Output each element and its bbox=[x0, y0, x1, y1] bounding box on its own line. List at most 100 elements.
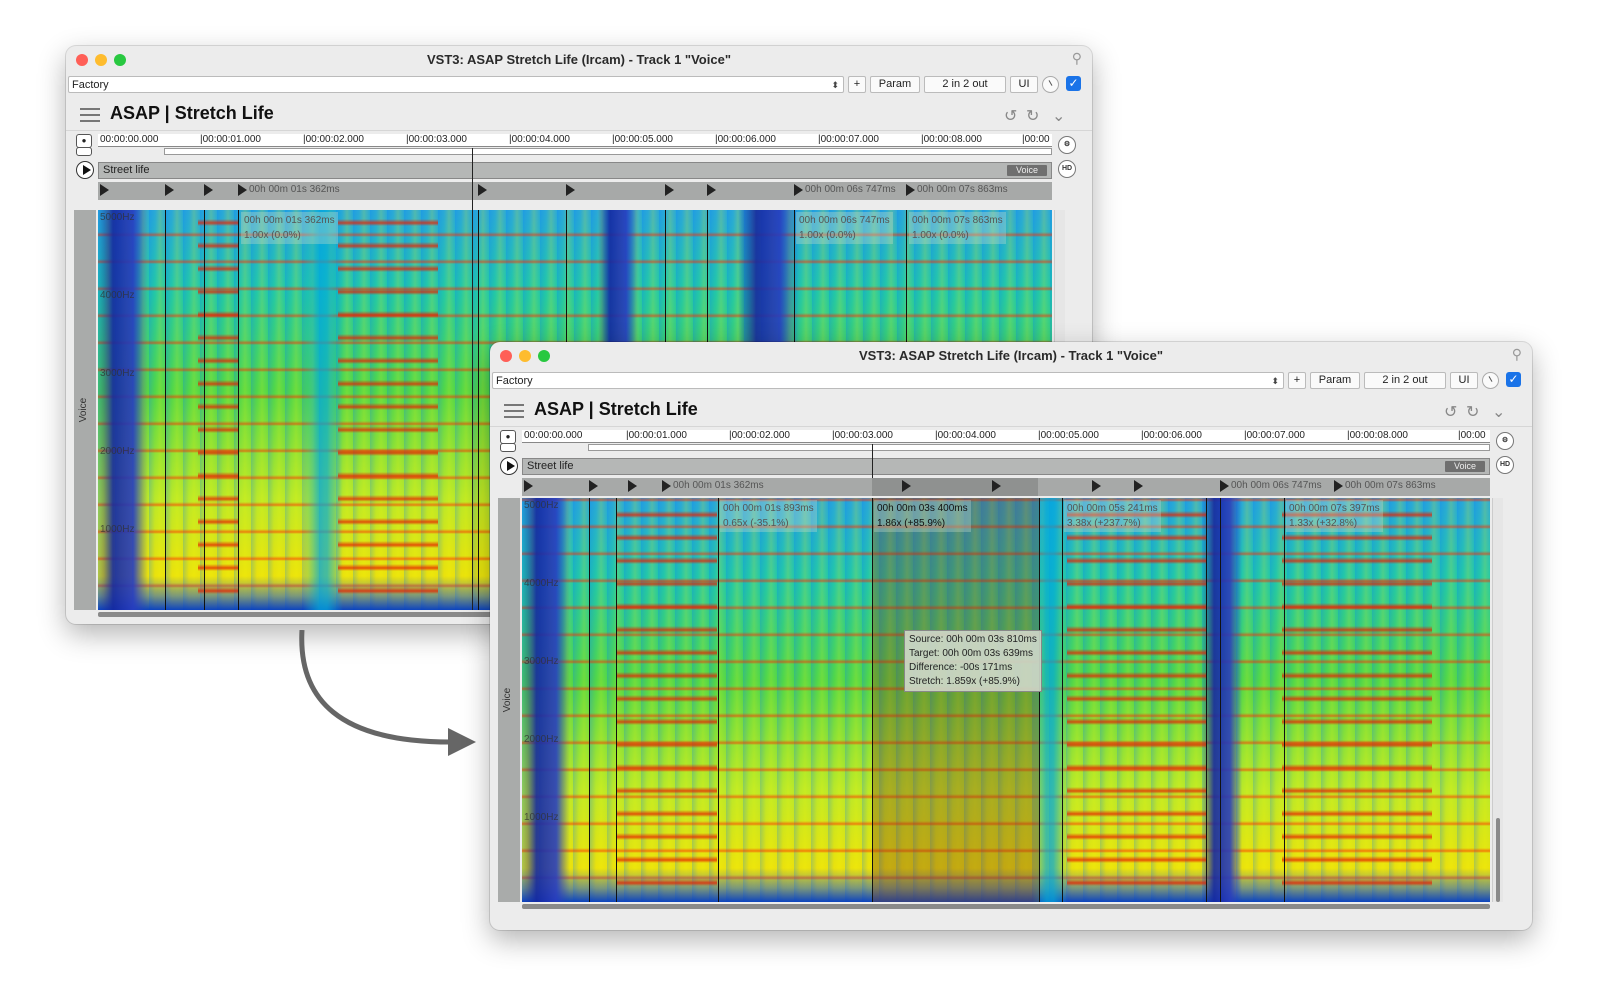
marker-flag[interactable] bbox=[1134, 480, 1143, 492]
bypass-knob[interactable] bbox=[1042, 76, 1059, 93]
preset-select[interactable]: Factory ⬍ bbox=[68, 76, 844, 93]
segment-info: 00h 00m 07s 397ms 1.33x (+32.8%) bbox=[1286, 500, 1383, 532]
bypass-knob[interactable] bbox=[1482, 372, 1499, 389]
spectral-band bbox=[522, 498, 570, 902]
marker-flag[interactable] bbox=[992, 480, 1001, 492]
segment-divider[interactable] bbox=[1220, 498, 1221, 902]
io-button[interactable]: 2 in 2 out bbox=[924, 76, 1006, 93]
marker-flag[interactable] bbox=[906, 184, 915, 196]
overview-scrollbar[interactable] bbox=[588, 444, 1490, 451]
segment-time: 00h 00m 07s 863ms bbox=[912, 215, 1003, 226]
time-ruler[interactable]: 00:00:00.000 |00:00:01.000 |00:00:02.000… bbox=[98, 134, 1052, 147]
marker-flag[interactable] bbox=[662, 480, 671, 492]
marker-flag[interactable] bbox=[1334, 480, 1343, 492]
close-button[interactable] bbox=[76, 54, 88, 66]
ui-button[interactable]: UI bbox=[1450, 372, 1478, 389]
track-side-label: Voice bbox=[74, 210, 96, 610]
hd-button[interactable]: HD bbox=[1058, 160, 1076, 178]
track-bar[interactable]: Street life Voice bbox=[98, 162, 1052, 179]
segment-divider[interactable] bbox=[204, 210, 205, 610]
selected-marker-range[interactable] bbox=[872, 478, 1038, 496]
marker-flag[interactable] bbox=[1220, 480, 1229, 492]
segment-divider[interactable] bbox=[1062, 498, 1063, 902]
segment-divider[interactable] bbox=[616, 498, 617, 902]
loop-icon[interactable] bbox=[500, 443, 516, 452]
marker-flag[interactable] bbox=[794, 184, 803, 196]
segment-divider[interactable] bbox=[718, 498, 719, 902]
undo-icon[interactable]: ↺ bbox=[1004, 106, 1017, 126]
pin-icon[interactable]: ⚲ bbox=[1512, 346, 1522, 363]
play-icon[interactable] bbox=[76, 161, 94, 179]
ui-button[interactable]: UI bbox=[1010, 76, 1038, 93]
selected-segment[interactable] bbox=[872, 498, 1040, 902]
marker-label: 00h 00m 06s 747ms bbox=[1231, 480, 1322, 491]
io-button[interactable]: 2 in 2 out bbox=[1364, 372, 1446, 389]
menu-icon[interactable] bbox=[504, 404, 524, 418]
add-button[interactable]: + bbox=[1288, 372, 1306, 389]
segment-ratio: 1.00x (0.0%) bbox=[244, 230, 301, 241]
param-button[interactable]: Param bbox=[1310, 372, 1360, 389]
tooltip-difference: Difference: -00s 171ms bbox=[909, 662, 1013, 673]
hd-button[interactable]: HD bbox=[1496, 456, 1514, 474]
track-bar[interactable]: Street life Voice bbox=[522, 458, 1490, 475]
horizontal-scrollbar[interactable] bbox=[522, 904, 1490, 909]
marker-flag[interactable] bbox=[524, 480, 533, 492]
segment-divider[interactable] bbox=[238, 210, 239, 610]
marker-flag[interactable] bbox=[665, 184, 674, 196]
spectrogram[interactable]: 5000Hz 4000Hz 3000Hz 2000Hz 1000Hz 00h 0… bbox=[522, 498, 1490, 902]
vertical-scrollbar[interactable] bbox=[1492, 498, 1503, 902]
play-icon[interactable] bbox=[500, 457, 518, 475]
param-button[interactable]: Param bbox=[870, 76, 920, 93]
redo-icon[interactable]: ↻ bbox=[1466, 402, 1479, 422]
ruler-tick: |00:00:05.000 bbox=[1038, 430, 1099, 441]
marker-strip[interactable]: 00h 00m 01s 362ms 00h 00m 06s 747ms 00h … bbox=[98, 182, 1052, 200]
playhead[interactable] bbox=[872, 444, 873, 478]
segment-divider[interactable] bbox=[1206, 498, 1207, 902]
track-tag: Voice bbox=[1445, 461, 1485, 472]
playhead[interactable] bbox=[472, 148, 473, 610]
marker-flag[interactable] bbox=[204, 184, 213, 196]
marker-flag[interactable] bbox=[902, 480, 911, 492]
chevron-down-icon[interactable]: ⌄ bbox=[1492, 402, 1505, 422]
marker-flag[interactable] bbox=[165, 184, 174, 196]
minimize-button[interactable] bbox=[519, 350, 531, 362]
minimize-button[interactable] bbox=[95, 54, 107, 66]
segment-divider[interactable] bbox=[589, 498, 590, 902]
marker-flag[interactable] bbox=[707, 184, 716, 196]
marker-strip[interactable]: 00h 00m 01s 362ms 00h 00m 06s 747ms 00h … bbox=[522, 478, 1490, 496]
marker-flag[interactable] bbox=[589, 480, 598, 492]
marker-flag[interactable] bbox=[478, 184, 487, 196]
enable-checkbox[interactable]: ✓ bbox=[1506, 372, 1521, 387]
undo-icon[interactable]: ↺ bbox=[1444, 402, 1457, 422]
marker-flag[interactable] bbox=[100, 184, 109, 196]
overview-scrollbar[interactable] bbox=[164, 148, 1052, 155]
add-button[interactable]: + bbox=[848, 76, 866, 93]
settings-icon[interactable]: ⚙ bbox=[1496, 432, 1514, 450]
segment-info: 00h 00m 01s 893ms 0.65x (-35.1%) bbox=[720, 500, 817, 532]
segment-divider[interactable] bbox=[478, 210, 479, 610]
title-bar: VST3: ASAP Stretch Life (Ircam) - Track … bbox=[490, 342, 1532, 370]
record-icon[interactable]: ● bbox=[76, 134, 92, 148]
zoom-button[interactable] bbox=[538, 350, 550, 362]
preset-select[interactable]: Factory ⬍ bbox=[492, 372, 1284, 389]
menu-icon[interactable] bbox=[80, 108, 100, 122]
vertical-scroll-thumb[interactable] bbox=[1496, 818, 1500, 902]
marker-flag[interactable] bbox=[1092, 480, 1101, 492]
marker-flag[interactable] bbox=[238, 184, 247, 196]
marker-label: 00h 00m 06s 747ms bbox=[805, 184, 896, 195]
redo-icon[interactable]: ↻ bbox=[1026, 106, 1039, 126]
loop-icon[interactable] bbox=[76, 147, 92, 156]
segment-divider[interactable] bbox=[165, 210, 166, 610]
enable-checkbox[interactable]: ✓ bbox=[1066, 76, 1081, 91]
marker-flag[interactable] bbox=[628, 480, 637, 492]
close-button[interactable] bbox=[500, 350, 512, 362]
record-icon[interactable]: ● bbox=[500, 430, 516, 444]
chevron-down-icon[interactable]: ⌄ bbox=[1052, 106, 1065, 126]
settings-icon[interactable]: ⚙ bbox=[1058, 136, 1076, 154]
preset-value: Factory bbox=[496, 375, 533, 387]
segment-divider[interactable] bbox=[1284, 498, 1285, 902]
time-ruler[interactable]: 00:00:00.000 |00:00:01.000 |00:00:02.000… bbox=[522, 430, 1490, 443]
zoom-button[interactable] bbox=[114, 54, 126, 66]
pin-icon[interactable]: ⚲ bbox=[1072, 50, 1082, 67]
marker-flag[interactable] bbox=[566, 184, 575, 196]
